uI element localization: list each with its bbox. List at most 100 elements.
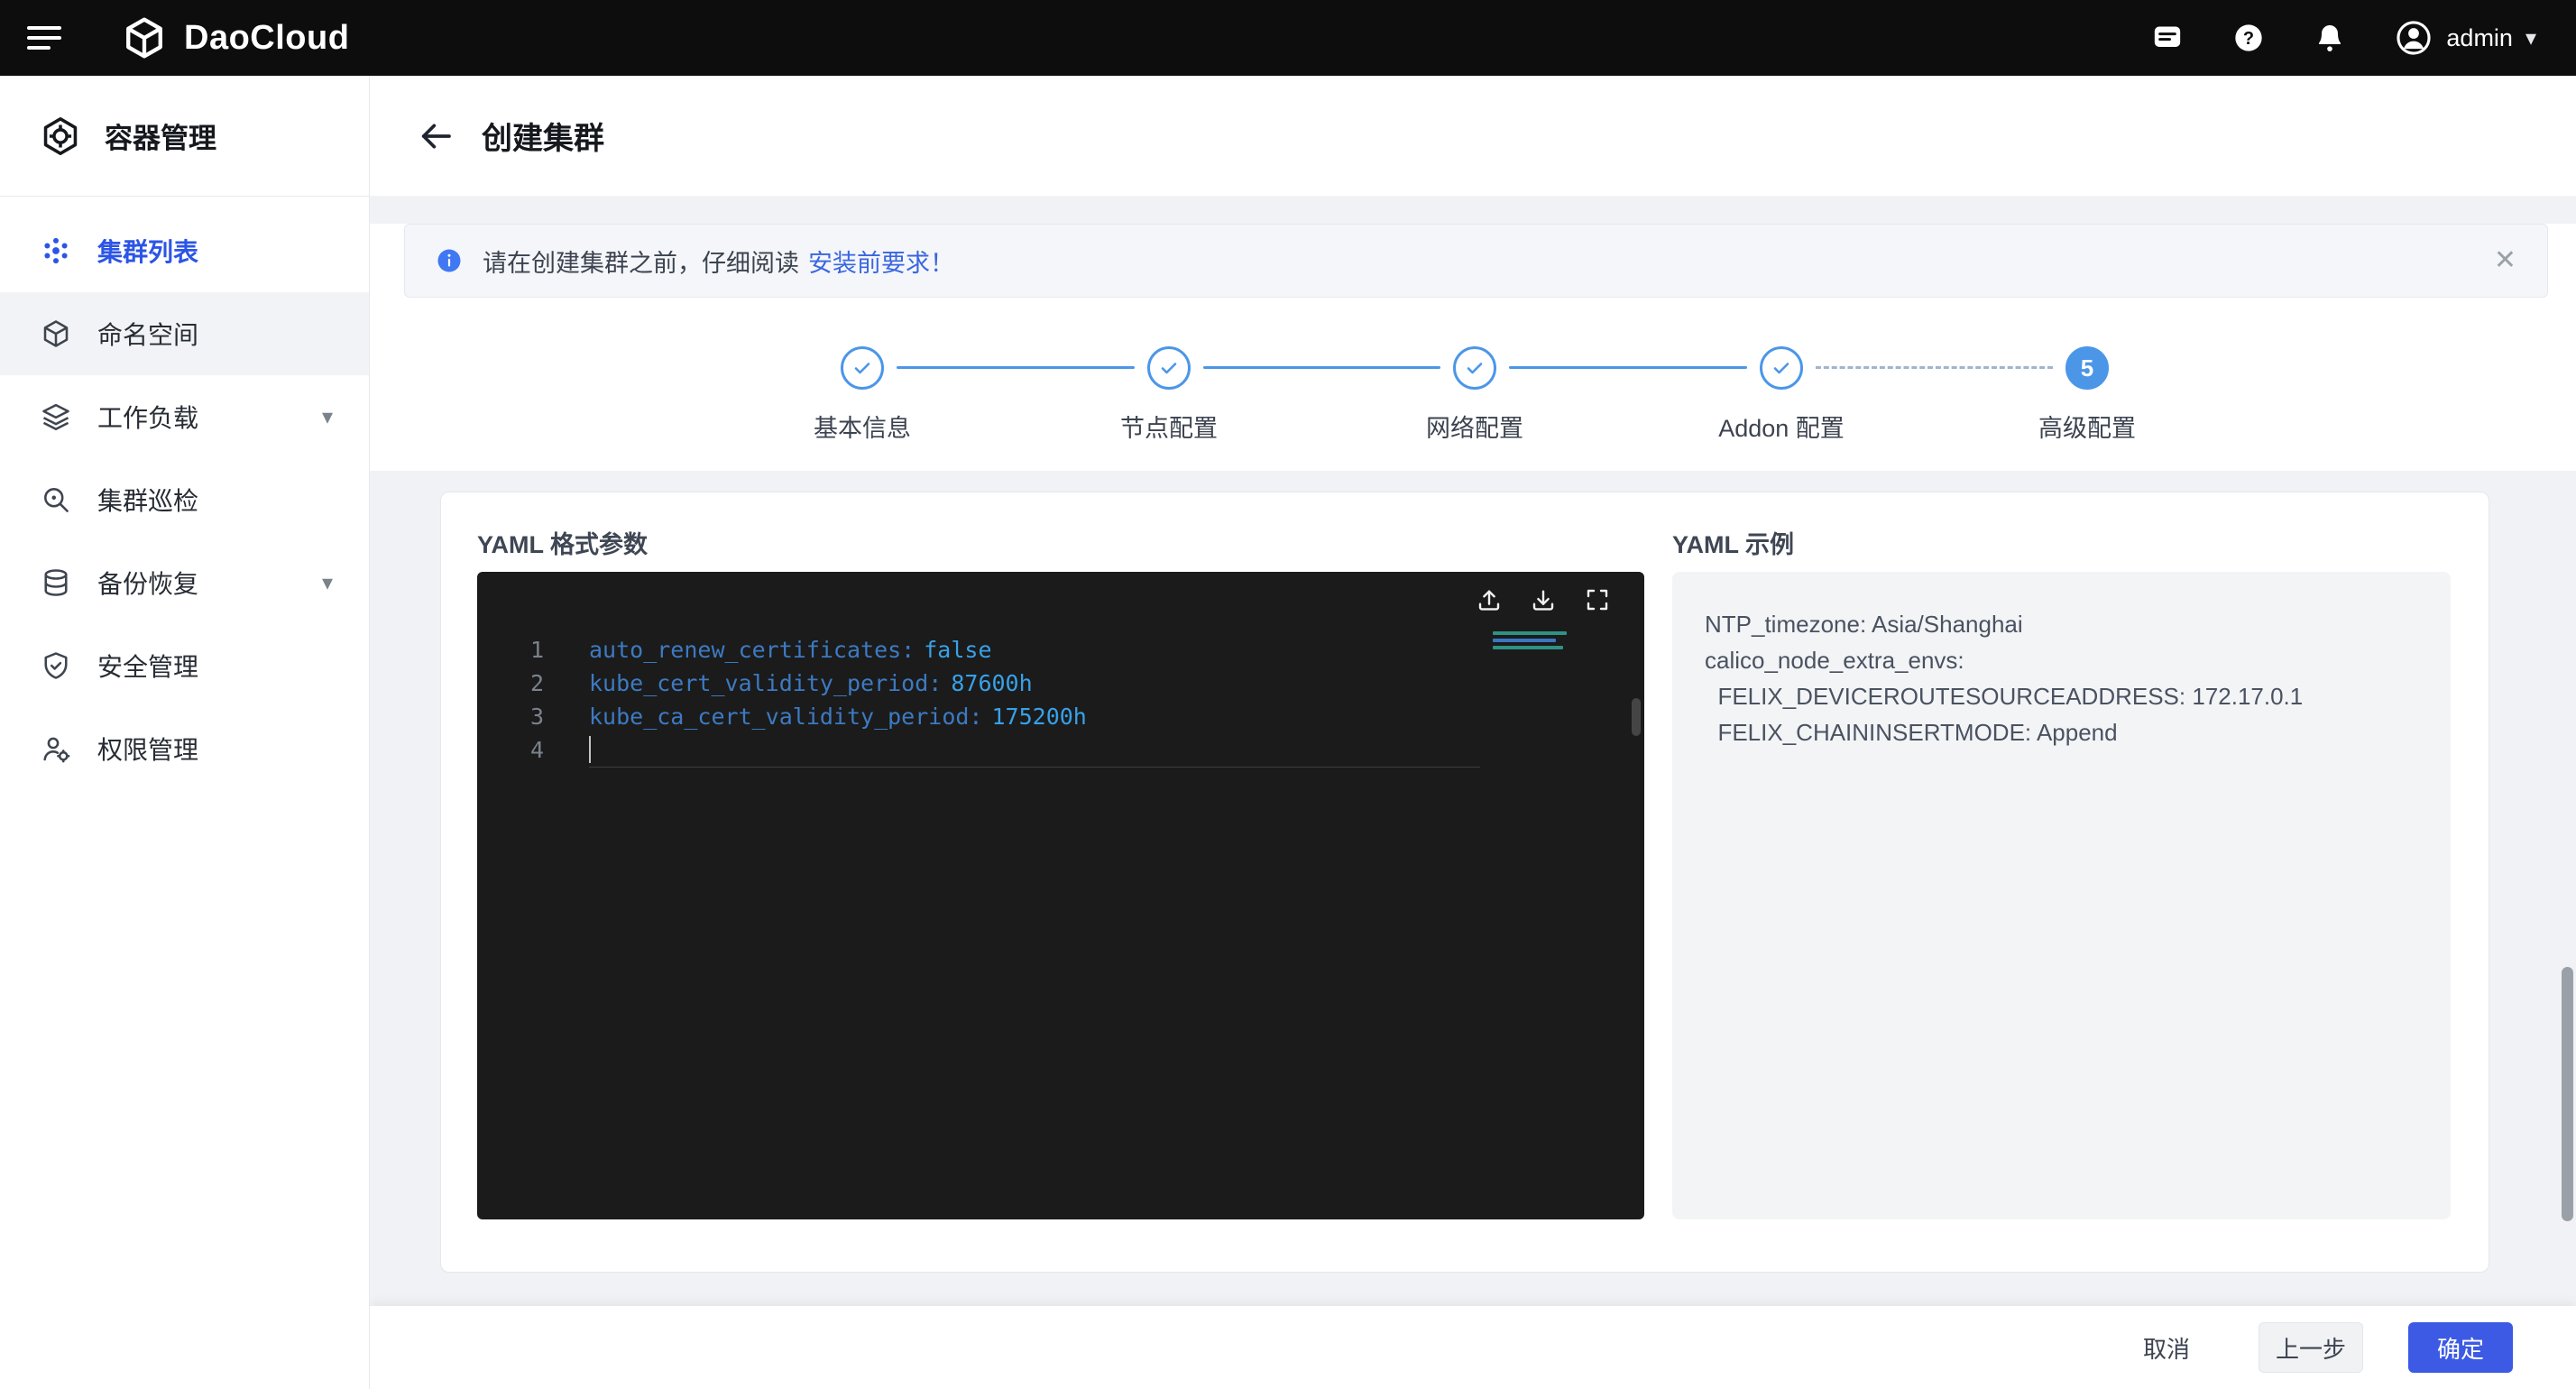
cluster-list-icon — [40, 235, 72, 267]
page-scrollbar[interactable] — [2562, 967, 2573, 1221]
hamburger-menu-icon[interactable] — [25, 23, 65, 53]
chevron-down-icon: ▾ — [322, 404, 333, 430]
step-circle-addon-config[interactable] — [1760, 346, 1803, 390]
yaml-params-title: YAML 格式参数 — [477, 525, 648, 560]
example-line: FELIX_DEVICEROUTESOURCEADDRESS: 172.17.0… — [1705, 678, 2418, 714]
step-connector — [897, 366, 1135, 369]
footer-action-bar: 取消 上一步 确定 — [370, 1306, 2576, 1389]
step-label-network-config: 网络配置 — [1426, 409, 1523, 444]
topbar-actions: ? admin ▾ — [2148, 18, 2536, 58]
editor-toolbar — [477, 572, 1644, 628]
namespace-icon — [40, 317, 72, 350]
info-icon — [436, 247, 463, 274]
backup-restore-icon — [40, 566, 72, 599]
step-label-addon-config: Addon 配置 — [1718, 409, 1845, 444]
cluster-inspection-icon — [40, 483, 72, 516]
sidebar-item-security[interactable]: 安全管理 — [0, 624, 369, 707]
step-check-icon — [851, 357, 873, 379]
step-circle-advanced-config[interactable]: 5 — [2065, 346, 2109, 390]
download-icon[interactable] — [1529, 585, 1558, 614]
container-management-icon — [38, 114, 83, 159]
sidebar-nav: 集群列表 命名空间 工作负载 ▾ — [0, 197, 369, 790]
page-title: 创建集群 — [482, 114, 604, 158]
sidebar-header: 容器管理 — [0, 76, 369, 196]
wizard-top-section: 请在创建集群之前，仔细阅读 安装前要求！ ✕ 5 基本信 — [370, 224, 2576, 471]
permissions-user-icon — [40, 732, 72, 765]
topbar: DaoCloud ? — [0, 0, 2576, 76]
line-number: 4 — [477, 733, 544, 767]
chevron-down-icon: ▾ — [322, 570, 333, 596]
editor-scrollbar[interactable] — [1632, 698, 1641, 736]
alert-text: 请在创建集群之前，仔细阅读 — [483, 244, 799, 279]
alert-close-icon[interactable]: ✕ — [2494, 247, 2516, 274]
sidebar-item-label: 工作负载 — [97, 399, 198, 435]
security-shield-icon — [40, 649, 72, 682]
sidebar-item-permissions[interactable]: 权限管理 — [0, 707, 369, 790]
step-label-basic-info: 基本信息 — [814, 409, 911, 444]
code-line: 1auto_renew_certificates:false — [477, 633, 1644, 667]
step-number: 5 — [2081, 354, 2093, 382]
notification-bell-icon[interactable] — [2311, 19, 2349, 57]
step-circle-basic-info[interactable] — [841, 346, 884, 390]
prev-step-button[interactable]: 上一步 — [2259, 1322, 2363, 1373]
brand-name: DaoCloud — [184, 19, 349, 58]
line-number: 1 — [477, 633, 544, 667]
sidebar: 容器管理 集群列表 命名空间 — [0, 76, 370, 1389]
chat-icon[interactable] — [2148, 19, 2186, 57]
sidebar-item-workload[interactable]: 工作负载 ▾ — [0, 375, 369, 458]
text-cursor — [589, 736, 591, 763]
advanced-config-card: YAML 格式参数 YAML 示例 — [440, 492, 2489, 1273]
step-connector — [1203, 366, 1440, 369]
step-label-advanced-config: 高级配置 — [2038, 409, 2136, 444]
back-button[interactable] — [415, 115, 456, 157]
sidebar-item-namespace[interactable]: 命名空间 — [0, 292, 369, 375]
step-connector-dashed — [1816, 366, 2053, 369]
yaml-example-panel: NTP_timezone: Asia/Shanghai calico_node_… — [1672, 572, 2451, 1219]
sidebar-item-cluster-list[interactable]: 集群列表 — [0, 209, 369, 292]
daocloud-logo-icon — [121, 14, 168, 61]
code-line: 4 — [477, 733, 1644, 767]
user-chevron-down-icon: ▾ — [2525, 25, 2536, 51]
code-line: 3kube_ca_cert_validity_period:175200h — [477, 700, 1644, 733]
upload-icon[interactable] — [1475, 585, 1504, 614]
example-line: FELIX_CHAININSERTMODE: Append — [1705, 714, 2418, 750]
confirm-button[interactable]: 确定 — [2408, 1322, 2513, 1373]
user-menu[interactable]: admin ▾ — [2394, 18, 2536, 58]
sidebar-item-label: 权限管理 — [97, 731, 198, 767]
cancel-button[interactable]: 取消 — [2143, 1331, 2190, 1365]
step-connector — [1509, 366, 1747, 369]
code-line: 2kube_cert_validity_period:87600h — [477, 667, 1644, 700]
sidebar-item-label: 命名空间 — [97, 316, 198, 352]
line-number: 2 — [477, 667, 544, 700]
main-content: 创建集群 请在创建集群之前，仔细阅读 安装前要求！ ✕ — [370, 76, 2576, 1389]
prerequisites-link[interactable]: 安装前要求！ — [808, 244, 954, 279]
fullscreen-icon[interactable] — [1583, 585, 1612, 614]
step-circle-node-config[interactable] — [1147, 346, 1191, 390]
brand[interactable]: DaoCloud — [121, 14, 349, 61]
example-line: NTP_timezone: Asia/Shanghai — [1705, 606, 2418, 642]
yaml-editor: 1auto_renew_certificates:false 2kube_cer… — [477, 572, 1644, 1219]
active-line-underline — [589, 767, 1480, 768]
step-circle-network-config[interactable] — [1453, 346, 1496, 390]
sidebar-item-backup-restore[interactable]: 备份恢复 ▾ — [0, 541, 369, 624]
step-check-icon — [1158, 357, 1180, 379]
sidebar-item-label: 备份恢复 — [97, 565, 198, 601]
sidebar-title: 容器管理 — [105, 115, 216, 156]
step-check-icon — [1464, 357, 1486, 379]
sidebar-item-label: 安全管理 — [97, 648, 198, 684]
page-header: 创建集群 — [370, 76, 2576, 197]
sidebar-item-label: 集群巡检 — [97, 482, 198, 518]
sidebar-item-label: 集群列表 — [97, 233, 198, 269]
help-icon[interactable]: ? — [2230, 19, 2268, 57]
svg-text:?: ? — [2243, 29, 2254, 49]
sidebar-item-cluster-inspection[interactable]: 集群巡检 — [0, 458, 369, 541]
workload-icon — [40, 400, 72, 433]
step-check-icon — [1771, 357, 1792, 379]
yaml-example-title: YAML 示例 — [1672, 525, 1794, 560]
info-alert: 请在创建集群之前，仔细阅读 安装前要求！ ✕ — [404, 224, 2548, 298]
example-line: calico_node_extra_envs: — [1705, 642, 2418, 678]
yaml-code-input[interactable]: 1auto_renew_certificates:false 2kube_cer… — [477, 628, 1644, 1219]
line-number: 3 — [477, 700, 544, 733]
stepper: 5 基本信息 节点配置 网络配置 Addon 配置 高级配置 — [370, 346, 2576, 437]
username: admin — [2446, 24, 2513, 52]
